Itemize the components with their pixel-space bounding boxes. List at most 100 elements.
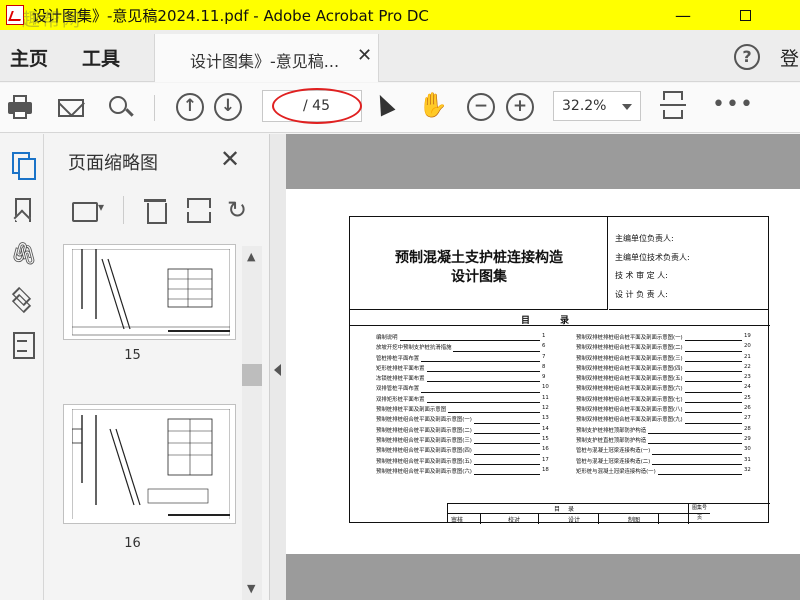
attachment-icon[interactable]: 🖇 <box>10 242 38 268</box>
toc-leader-line <box>400 340 540 342</box>
toc-entry-page: 14 <box>542 425 549 432</box>
thumbnail-label-16: 16 <box>124 536 141 551</box>
minimize-button[interactable]: — <box>660 0 706 30</box>
title-block-cell: 设计 <box>568 517 581 524</box>
toc-entry-page: 10 <box>542 384 549 391</box>
toc-leader-line <box>685 391 742 393</box>
toc-entry-title: 管桩与混凝土冠梁连接构造(一) <box>576 448 651 455</box>
toc-entry-title: 预制双排桩排桩组合桩平面及剖面示意图(六) <box>576 386 683 393</box>
title-bar: 设计图集》-意见稿2024.11.pdf - Adobe Acrobat Pro… <box>0 0 800 31</box>
bookmark-icon[interactable] <box>10 198 34 224</box>
menu-tools[interactable]: 工具 <box>82 44 120 71</box>
toc-entry-title: 管桩与混凝土冠梁连接构造(二) <box>576 458 651 465</box>
panel-collapse-handle[interactable] <box>270 134 286 600</box>
toc-leader-line <box>421 391 540 393</box>
zoom-in-button[interactable]: + <box>506 93 534 121</box>
thumbnail-options-icon[interactable] <box>70 196 104 224</box>
toc-row: 放坡开挖中预制支护桩抗滑措施 6 <box>376 343 576 353</box>
print-icon[interactable] <box>6 93 36 123</box>
delete-page-icon[interactable] <box>142 196 170 224</box>
thumbnail-panel: 页面缩略图 ✕ ↻ 15 <box>45 134 270 600</box>
hand-tool-icon[interactable]: ✋ <box>418 91 448 119</box>
collapse-arrow-icon <box>274 364 281 376</box>
layers-icon[interactable] <box>10 286 34 314</box>
page-thumbnail-16[interactable] <box>63 404 236 524</box>
scroll-up-icon[interactable]: ▲ <box>247 250 255 263</box>
toc-entry-title: 编制说明 <box>376 335 398 341</box>
toc-row: 冻锁桩排桩平面布置 9 <box>376 374 576 384</box>
page-thumbnail-15[interactable] <box>63 244 236 340</box>
toc-row: 双排矩形桩平面布置 11 <box>376 395 576 405</box>
toc-entry-title: 放坡开挖中预制支护桩抗滑措施 <box>376 345 452 352</box>
toc-row: 预制桩排桩组合桩平面及剖面示意图(一) 13 <box>376 415 576 425</box>
toc-entry-title: 矩形桩排桩平面布置 <box>376 365 425 372</box>
document-viewport[interactable]: 预制混凝土支护桩连接构造 设计图集 主编单位负责人: 主编单位技术负责人: 技 … <box>286 134 800 600</box>
toc-row: 管桩与混凝土冠梁连接构造(二) 31 <box>576 457 756 467</box>
toc-entry-title: 预制双排桩排桩组合桩平面及剖面示意图(七) <box>576 396 683 403</box>
toc-row: 预制桩排桩组合桩平面及剖面示意图(四) 16 <box>376 446 576 456</box>
toc-row: 预制支护桩直桩顶部防护构造 29 <box>576 436 756 446</box>
title-block-cell: 审核 <box>451 517 464 524</box>
sign-in-button[interactable]: 登 <box>780 44 799 71</box>
toc-entry-page: 12 <box>542 405 549 412</box>
email-icon[interactable] <box>56 93 86 123</box>
toc-leader-line <box>652 463 742 465</box>
toc-row: 编制说明 1 <box>376 333 576 343</box>
scrollbar-thumb[interactable] <box>242 364 262 386</box>
toc-row: 管桩与混凝土冠梁连接构造(一) 30 <box>576 446 756 456</box>
toc-entry-title: 预制桩排桩组合桩平面及剖面示意图(三) <box>376 437 472 444</box>
toc-entry-page: 30 <box>744 446 751 453</box>
toc-row: 预制双排桩排桩组合桩平面及剖面示意图(二) 20 <box>576 343 756 353</box>
cover-title-box: 预制混凝土支护桩连接构造 设计图集 <box>350 217 608 310</box>
title-block-name: 目录 <box>448 504 688 514</box>
page-fit-icon[interactable] <box>660 91 686 121</box>
toc-row: 预制双排桩排桩组合桩平面及剖面示意图(三) 21 <box>576 354 756 364</box>
toc-entry-title: 预制双排桩排桩组合桩平面及剖面示意图(八) <box>576 407 683 414</box>
toc-entry-page: 6 <box>542 343 546 350</box>
toc-row: 预制双排桩排桩组合桩平面及剖面示意图(六) 24 <box>576 384 756 394</box>
toc-row: 预制双排桩排桩组合桩平面及剖面示意图(五) 23 <box>576 374 756 384</box>
page-thumbnails-icon[interactable] <box>10 152 36 180</box>
responsible-item: 设 计 负 责 人: <box>615 290 668 299</box>
responsible-item: 技 术 审 定 人: <box>615 271 668 280</box>
scroll-down-icon[interactable]: ▼ <box>247 582 255 595</box>
toc-row: 双排管桩平面布置 10 <box>376 384 576 394</box>
zoom-out-button[interactable]: − <box>467 93 495 121</box>
toc-row: 预制双排桩排桩组合桩平面及剖面示意图(九) 27 <box>576 415 756 425</box>
toc-leader-line <box>648 432 742 434</box>
search-icon[interactable] <box>106 93 136 123</box>
more-tools-icon[interactable]: ••• <box>712 92 754 117</box>
toc-row: 预制桩排桩组合桩平面及剖面示意图(三) 15 <box>376 436 576 446</box>
document-tab[interactable]: 设计图集》-意见稿... ✕ <box>154 34 379 82</box>
toc-entry-page: 19 <box>744 333 751 339</box>
close-panel-icon[interactable]: ✕ <box>220 145 240 173</box>
red-annotation-ellipse <box>272 88 362 124</box>
maximize-icon <box>739 9 751 21</box>
responsible-item: 主编单位技术负责人: <box>615 253 690 262</box>
zoom-dropdown[interactable]: 32.2% <box>553 91 641 121</box>
close-tab-icon[interactable]: ✕ <box>357 45 372 66</box>
toc-row: 预制双排桩排桩组合桩平面及剖面示意图(八) 26 <box>576 405 756 415</box>
toc-leader-line <box>685 381 742 383</box>
toc-entry-title: 预制双排桩排桩组合桩平面及剖面示意图(九) <box>576 417 683 424</box>
toc-entry-page: 31 <box>744 456 751 463</box>
extract-page-icon[interactable] <box>185 196 213 224</box>
toc-divider <box>350 325 770 326</box>
toc-row: 预制桩排桩组合桩平面及剖面示意图(二) 14 <box>376 426 576 436</box>
rotate-page-icon[interactable]: ↻ <box>227 196 255 224</box>
toc-entry-page: 27 <box>744 415 751 422</box>
maximize-button[interactable] <box>722 0 768 30</box>
toc-entry-title: 预制支护桩直桩顶部防护构造 <box>576 437 647 444</box>
toc-left-column: 编制说明 1 放坡开挖中预制支护桩抗滑措施 6 管桩排桩平面布置 7 矩形桩排桩平面布置 8 冻… <box>376 333 576 477</box>
help-icon[interactable]: ? <box>734 44 760 70</box>
thumbnail-scrollbar[interactable]: ▲ ▼ <box>242 246 262 600</box>
thumbnail-drawing <box>72 409 230 519</box>
zoom-value: 32.2% <box>562 98 607 114</box>
previous-page-button[interactable]: ↑ <box>176 93 204 121</box>
next-page-button[interactable]: ↓ <box>214 93 242 121</box>
toc-leader-line <box>427 371 540 373</box>
document-title: 预制混凝土支护桩连接构造 <box>395 250 563 266</box>
document-properties-icon[interactable] <box>10 332 35 359</box>
menu-home[interactable]: 主页 <box>10 44 48 71</box>
toc-entry-title: 预制桩排桩组合桩平面及剖面示意图(六) <box>376 468 472 475</box>
